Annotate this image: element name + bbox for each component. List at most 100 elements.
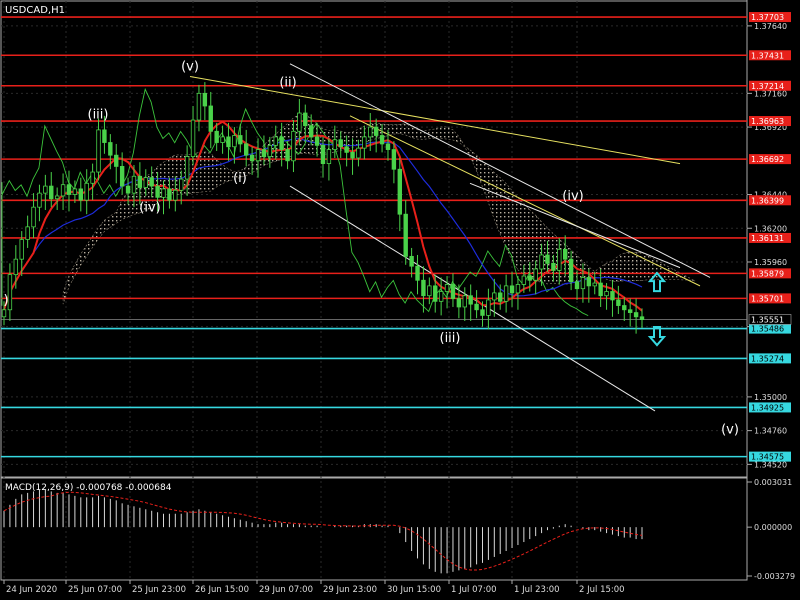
candle-body-48 (285, 149, 290, 162)
support-label-3: 1.34575 (751, 453, 784, 462)
candle-body-87 (515, 284, 521, 294)
wave-label-4: (ii) (279, 76, 296, 91)
candle-body-42 (249, 154, 255, 162)
candle-body-53 (314, 136, 320, 146)
time-tick-label-9: 2 Jul 15:00 (579, 585, 625, 595)
candle-body-49 (291, 130, 296, 162)
candle-body-85 (503, 285, 509, 302)
candle-body-68 (403, 213, 408, 257)
candle-body-23 (137, 175, 143, 188)
candle-body-91 (539, 254, 544, 270)
candle-body-102 (604, 291, 609, 297)
usdcad-chart[interactable]: (v) (iii) (iv) (i) (ii) (iii) (iv) (v)) 1.37640… (0, 0, 800, 600)
wave-label-0: (v) (181, 59, 199, 74)
time-tick-label-2: 25 Jun 23:00 (132, 585, 186, 595)
candle-body-98 (580, 277, 586, 290)
candle-body-84 (498, 292, 503, 302)
candle-body-35 (208, 105, 213, 132)
candle-body-33 (196, 92, 202, 121)
wave-label-5: (iii) (440, 331, 461, 346)
candle-body-90 (533, 268, 538, 281)
resistance-label-4: 1.36692 (751, 155, 784, 164)
candle-body-44 (261, 149, 267, 157)
macd-tick-label-1: 0.000000 (754, 523, 792, 532)
candle-body-30 (179, 178, 184, 191)
candle-body-8 (49, 185, 54, 200)
candle-body-11 (66, 184, 72, 195)
candle-body-104 (616, 299, 621, 306)
candle-body-74 (438, 291, 444, 302)
time-tick-label-5: 29 Jun 23:00 (323, 585, 377, 595)
price-tick-label-0: 1.37640 (754, 22, 787, 31)
candle-body-72 (427, 285, 432, 297)
candle-body-106 (627, 309, 633, 313)
candle-body-73 (433, 285, 438, 302)
macd-label: MACD(12,26,9) -0.000768 -0.000684 (5, 483, 172, 493)
candle-body-50 (297, 112, 302, 132)
resistance-label-5: 1.36399 (751, 196, 784, 205)
candle-body-38 (226, 136, 231, 148)
candle-body-5 (31, 206, 36, 228)
candle-body-99 (586, 277, 592, 287)
candle-body-93 (551, 262, 556, 271)
candle-body-65 (385, 143, 391, 150)
candle-body-3 (19, 239, 24, 260)
candle-body-21 (125, 185, 131, 194)
candle-body-22 (131, 175, 137, 194)
candle-body-12 (72, 188, 78, 195)
candle-body-75 (444, 284, 450, 292)
macd-tick-label-0: 0.003031 (754, 478, 792, 487)
candle-body-97 (574, 281, 580, 290)
candle-body-69 (409, 255, 414, 267)
candle-body-28 (167, 188, 172, 201)
candle-body-4 (25, 226, 30, 240)
candle-body-51 (303, 112, 308, 127)
resistance-label-1: 1.37431 (751, 51, 784, 60)
candle-body-13 (78, 188, 83, 201)
wave-label-3: (i) (233, 171, 247, 186)
candle-body-1 (7, 274, 13, 311)
support-label-0: 1.35486 (751, 325, 784, 334)
candle-body-63 (373, 126, 379, 136)
resistance-label-6: 1.36131 (751, 234, 784, 243)
background (0, 0, 800, 600)
candle-body-24 (143, 177, 148, 188)
price-tick-label-5: 1.35960 (754, 258, 787, 267)
candle-body-58 (344, 146, 349, 153)
candle-body-103 (610, 291, 615, 301)
candle-body-7 (43, 185, 48, 194)
resistance-label-8: 1.35701 (751, 294, 784, 303)
candle-body-40 (238, 135, 243, 145)
candle-body-107 (633, 312, 639, 318)
resistance-label-2: 1.37214 (751, 82, 784, 91)
candle-body-79 (468, 295, 473, 305)
support-label-1: 1.35274 (751, 354, 784, 363)
candle-body-32 (190, 119, 196, 157)
candle-body-59 (350, 151, 355, 159)
macd-tick-label-2: -0.003279 (754, 572, 795, 581)
candle-body-76 (450, 284, 456, 299)
time-tick-label-3: 26 Jun 15:00 (195, 585, 249, 595)
candle-body-89 (527, 275, 532, 281)
candle-body-19 (114, 154, 119, 167)
candle-body-6 (37, 192, 42, 208)
candle-body-15 (90, 171, 95, 184)
price-tick-label-8: 1.34760 (754, 427, 787, 436)
candle-body-54 (320, 144, 326, 165)
candle-body-67 (397, 168, 402, 215)
wave-label-6: (iv) (562, 189, 583, 204)
time-tick-label-4: 29 Jun 07:00 (259, 585, 313, 595)
time-tick-label-1: 25 Jun 07:00 (68, 585, 122, 595)
candle-body-101 (598, 282, 603, 297)
candle-body-43 (255, 149, 261, 162)
candle-body-80 (474, 303, 479, 311)
candle-body-26 (155, 185, 160, 198)
candle-body-2 (13, 258, 19, 276)
candle-body-95 (563, 248, 568, 260)
candle-body-66 (391, 149, 397, 170)
candle-body-47 (279, 136, 284, 150)
candle-body-39 (232, 135, 237, 148)
candle-body-86 (509, 285, 515, 294)
candle-body-60 (356, 147, 361, 159)
candle-body-0 (1, 309, 7, 318)
